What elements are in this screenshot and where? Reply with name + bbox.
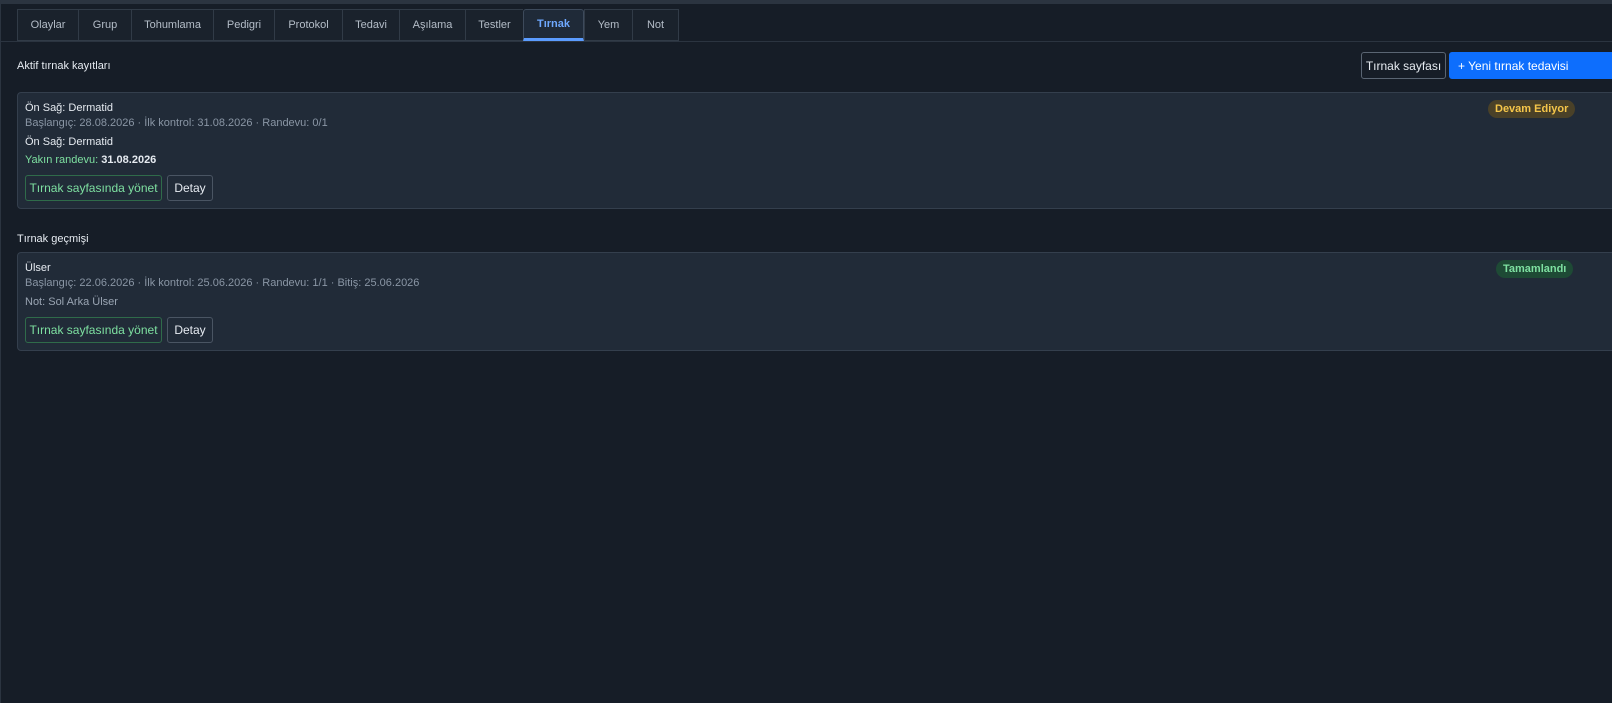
tab-asilama[interactable]: Aşılama <box>399 9 465 41</box>
tab-tohumlama[interactable]: Tohumlama <box>131 9 213 41</box>
tab-divider <box>1 41 1612 42</box>
hoof-history-title: Tırnak geçmişi <box>17 233 89 245</box>
active-record-card: Ön Sağ: Dermatid Başlangıç: 28.08.2026 ·… <box>17 92 1612 209</box>
tab-tedavi[interactable]: Tedavi <box>342 9 399 41</box>
tab-yem[interactable]: Yem <box>584 9 632 41</box>
record-note: Not: Sol Arka Ülser <box>25 296 118 308</box>
new-hoof-treatment-button[interactable]: + Yeni tırnak tedavisi <box>1449 52 1612 79</box>
detail-button[interactable]: Detay <box>167 175 213 201</box>
hoof-page-button[interactable]: Tırnak sayfası <box>1361 52 1446 79</box>
status-badge: Tamamlandı <box>1496 260 1574 278</box>
status-badge: Devam Ediyor <box>1488 100 1576 118</box>
tab-bar: Olaylar Grup Tohumlama Pedigri Protokol … <box>17 9 679 41</box>
manage-on-hoof-page-button[interactable]: Tırnak sayfasında yönet <box>25 175 162 201</box>
history-record-card: Ülser Başlangıç: 22.06.2026 · İlk kontro… <box>17 252 1612 351</box>
next-appointment-date: 31.08.2026 <box>101 154 157 166</box>
app-frame: Olaylar Grup Tohumlama Pedigri Protokol … <box>0 0 1612 703</box>
record-title: Ülser <box>25 262 51 274</box>
tab-protokol[interactable]: Protokol <box>274 9 342 41</box>
tab-not[interactable]: Not <box>632 9 679 41</box>
tab-tirnak[interactable]: Tırnak <box>523 9 584 41</box>
next-appointment: Yakın randevu: 31.08.2026 <box>25 154 156 166</box>
tab-grup[interactable]: Grup <box>78 9 131 41</box>
manage-on-hoof-page-button[interactable]: Tırnak sayfasında yönet <box>25 317 162 343</box>
next-appointment-label: Yakın randevu: <box>25 154 99 166</box>
record-meta: Başlangıç: 22.06.2026 · İlk kontrol: 25.… <box>25 277 420 289</box>
tab-testler[interactable]: Testler <box>465 9 523 41</box>
detail-button[interactable]: Detay <box>167 317 213 343</box>
record-meta: Başlangıç: 28.08.2026 · İlk kontrol: 31.… <box>25 117 328 129</box>
record-detail: Ön Sağ: Dermatid <box>25 136 114 148</box>
tab-olaylar[interactable]: Olaylar <box>17 9 78 41</box>
record-title: Ön Sağ: Dermatid <box>25 102 114 114</box>
active-records-title: Aktif tırnak kayıtları <box>17 60 111 72</box>
tab-pedigri[interactable]: Pedigri <box>213 9 274 41</box>
